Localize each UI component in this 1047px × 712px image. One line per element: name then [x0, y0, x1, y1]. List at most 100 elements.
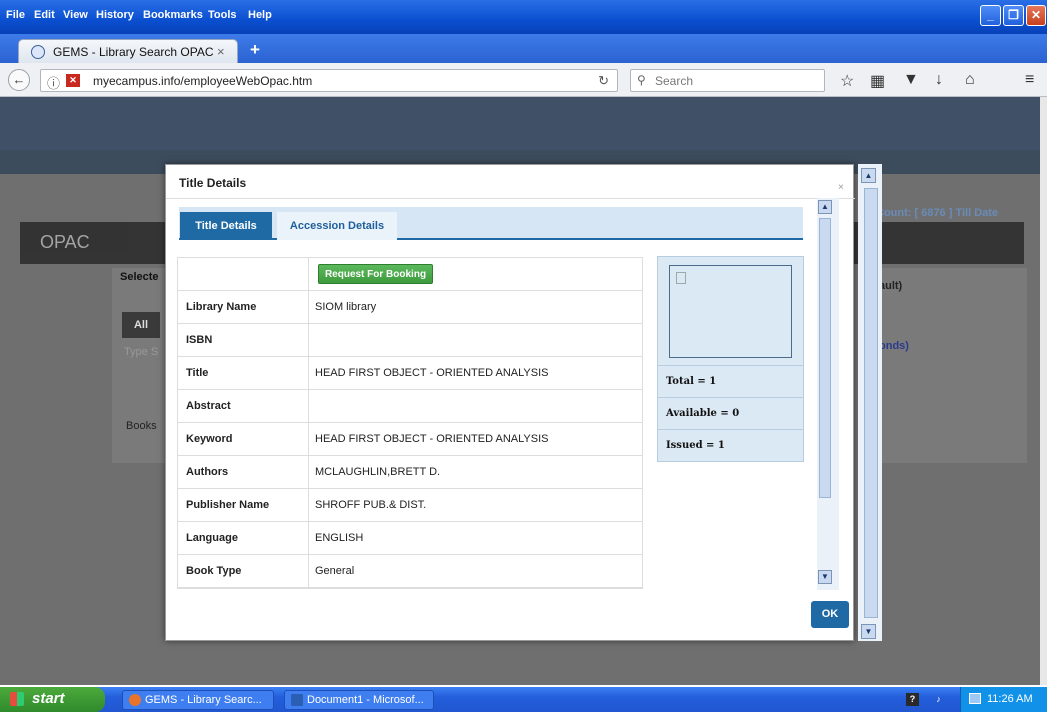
screen: File Edit View History Bookmarks Tools H… — [0, 0, 1047, 712]
globe-icon — [31, 45, 45, 59]
scroll-thumb[interactable] — [864, 188, 878, 618]
availability-panel: Total = 1 Available = 0 Issued = 1 — [657, 256, 804, 462]
url-bar[interactable]: ⓘ ✕ myecampus.info/employeeWebOpac.htm ↻ — [40, 69, 618, 92]
broken-image-icon — [676, 272, 686, 284]
menu-icon[interactable]: ≡ — [1025, 71, 1034, 89]
close-window-button[interactable]: ✕ — [1026, 5, 1046, 26]
scroll-down-icon[interactable]: ▼ — [861, 624, 876, 639]
minimize-button[interactable]: _ — [980, 5, 1001, 26]
row-label: Abstract — [186, 400, 231, 412]
menu-bar: File Edit View History Bookmarks Tools H… — [0, 0, 1047, 34]
download-icon[interactable]: ↓ — [935, 71, 943, 89]
table-row: Request For Booking — [178, 258, 642, 291]
search-input[interactable]: ⚲ Search — [630, 69, 825, 92]
search-icon: ⚲ — [637, 73, 646, 87]
table-row: Publisher Name SHROFF PUB.& DIST. — [178, 489, 642, 522]
table-row: Title HEAD FIRST OBJECT - ORIENTED ANALY… — [178, 357, 642, 390]
menu-edit[interactable]: Edit — [34, 9, 55, 21]
pocket-icon[interactable]: ▼ — [903, 71, 919, 89]
menu-file[interactable]: File — [6, 9, 25, 21]
modal-tabs: Title Details Accession Details — [179, 207, 803, 240]
task-label: GEMS - Library Searc... — [145, 694, 262, 706]
tab-accession-details[interactable]: Accession Details — [277, 212, 397, 240]
tab-title: GEMS - Library Search OPAC — [53, 45, 214, 59]
scroll-down-icon[interactable]: ▼ — [818, 570, 832, 584]
selected-label: Selecte — [120, 271, 159, 283]
start-button[interactable]: start — [0, 687, 105, 712]
task-label: Document1 - Microsof... — [307, 694, 424, 706]
word-icon — [291, 694, 303, 706]
url-text: myecampus.info/employeeWebOpac.htm — [93, 74, 313, 88]
stat-issued: Issued = 1 — [658, 429, 803, 461]
total-count: Total = 1 — [666, 376, 717, 387]
table-row: Language ENGLISH — [178, 522, 642, 555]
modal-title: Title Details — [179, 176, 247, 190]
modal-close-icon[interactable]: × — [838, 182, 844, 193]
tab-strip: GEMS - Library Search OPAC × + — [0, 34, 1047, 63]
row-value: SHROFF PUB.& DIST. — [315, 499, 427, 511]
row-value: MCLAUGHLIN,BRETT D. — [315, 466, 441, 478]
bookmark-star-icon[interactable]: ☆ — [840, 71, 854, 91]
help-icon[interactable]: ? — [906, 693, 919, 706]
table-row: Abstract — [178, 390, 642, 423]
bonds-label: onds) — [879, 340, 909, 352]
row-label: Authors — [186, 466, 229, 478]
reading-list-icon[interactable]: ▦ — [870, 71, 885, 91]
stat-available: Available = 0 — [658, 397, 803, 429]
tab-close-icon[interactable]: × — [217, 44, 225, 59]
opac-label: OPAC — [40, 232, 90, 252]
browser-tab[interactable]: GEMS - Library Search OPAC × — [18, 39, 238, 63]
row-value: HEAD FIRST OBJECT - ORIENTED ANALYSIS — [315, 367, 549, 379]
row-value: SIOM library — [315, 301, 377, 313]
row-value: General — [315, 565, 355, 577]
info-icon[interactable]: ⓘ — [47, 73, 60, 92]
request-booking-button[interactable]: Request For Booking — [318, 264, 433, 284]
navigation-bar: ← ⓘ ✕ myecampus.info/employeeWebOpac.htm… — [0, 63, 1047, 97]
row-label: Library Name — [186, 301, 257, 313]
search-placeholder: Search — [655, 74, 694, 88]
menu-history[interactable]: History — [96, 9, 134, 21]
books-label: Books — [126, 420, 157, 432]
windows-logo-icon — [10, 692, 24, 706]
row-label: Language — [186, 532, 238, 544]
left-panel: Selecte All Type S Books — [112, 268, 170, 463]
network-icon[interactable] — [969, 693, 981, 704]
type-search-placeholder: Type S — [124, 346, 159, 358]
count-label: Count: [ 6876 ] Till Date — [876, 207, 999, 219]
menu-view[interactable]: View — [63, 9, 88, 21]
tab-title-details[interactable]: Title Details — [180, 212, 272, 240]
task-firefox[interactable]: GEMS - Library Searc... — [122, 690, 274, 710]
menu-bookmarks[interactable]: Bookmarks — [143, 9, 203, 21]
scroll-up-icon[interactable]: ▲ — [861, 168, 876, 183]
modal-divider — [166, 198, 855, 199]
scroll-up-icon[interactable]: ▲ — [818, 200, 832, 214]
taskbar: start GEMS - Library Searc... Document1 … — [0, 687, 1047, 712]
gems-header — [0, 97, 1040, 150]
row-label: Keyword — [186, 433, 233, 445]
modal-scrollbar[interactable]: ▲ ▼ — [817, 198, 839, 590]
row-value: HEAD FIRST OBJECT - ORIENTED ANALYSIS — [315, 433, 549, 445]
scroll-thumb[interactable] — [819, 218, 831, 498]
row-label: Book Type — [186, 565, 242, 577]
task-word[interactable]: Document1 - Microsof... — [284, 690, 434, 710]
stat-total: Total = 1 — [658, 365, 803, 397]
menu-tools[interactable]: Tools — [208, 9, 237, 21]
default-label: ault) — [879, 280, 903, 292]
ok-button[interactable]: OK — [811, 601, 849, 628]
issued-count: Issued = 1 — [666, 440, 725, 451]
table-row: ISBN — [178, 324, 642, 357]
firefox-icon — [129, 694, 141, 706]
restore-button[interactable]: ❐ — [1003, 5, 1024, 26]
table-row: Library Name SIOM library — [178, 291, 642, 324]
available-count: Available = 0 — [666, 408, 740, 419]
reload-icon[interactable]: ↻ — [598, 73, 609, 89]
outer-scrollbar[interactable]: ▲ ▼ — [858, 164, 882, 641]
book-cover-image — [669, 265, 792, 358]
back-button[interactable]: ← — [8, 69, 30, 91]
page-scrollbar[interactable] — [1040, 97, 1047, 685]
sound-icon[interactable]: ♪ — [932, 693, 945, 706]
home-icon[interactable]: ⌂ — [965, 71, 975, 89]
new-tab-button[interactable]: + — [250, 40, 260, 60]
menu-help[interactable]: Help — [248, 9, 272, 21]
system-tray: 11:26 AM — [960, 687, 1047, 712]
